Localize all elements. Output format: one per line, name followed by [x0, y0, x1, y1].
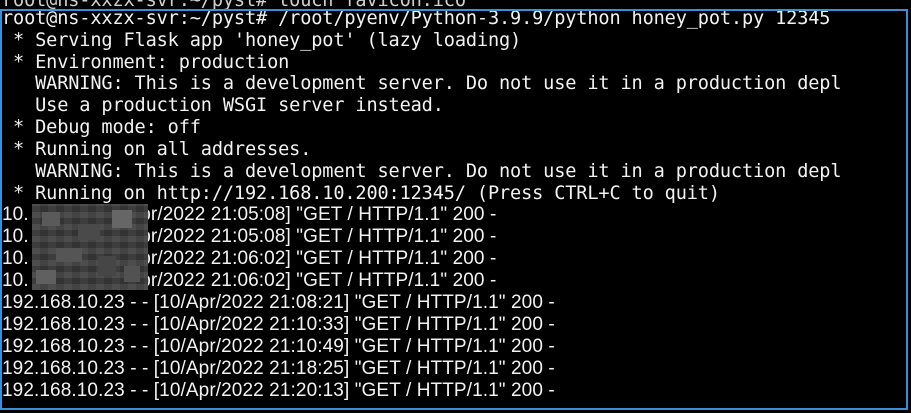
log-entry: - - [10/Apr/2022 21:20:13] "GET / HTTP/1… — [124, 380, 555, 401]
log-entry: - - [10/Apr/2022 21:08:21] "GET / HTTP/1… — [124, 292, 555, 313]
log-row: 192.168.10.23 - - [10/Apr/2022 21:08:21]… — [2, 292, 555, 314]
log-row: 192.168.10.23 - - [10/Apr/2022 21:20:13]… — [2, 380, 555, 402]
pixelated-redaction — [32, 204, 148, 290]
running-on-url-line: * Running on http://192.168.10.200:12345… — [2, 183, 720, 204]
warning-line: WARNING: This is a development server. D… — [2, 73, 842, 94]
log-ip: 192.168.10.23 — [2, 336, 125, 357]
flask-serving-line: * Serving Flask app 'honey_pot' (lazy lo… — [2, 30, 522, 51]
log-ip: 10. — [2, 248, 29, 269]
log-ip: 192.168.10.23 — [2, 314, 125, 335]
terminal-window[interactable]: root@ns-xxzx-svr:~/pyst# touch favicon.i… — [0, 0, 911, 413]
log-entry: - - [10/Apr/2022 21:10:49] "GET / HTTP/1… — [124, 336, 555, 357]
log-row: 192.168.10.23 - - [10/Apr/2022 21:18:25]… — [2, 358, 555, 380]
log-ip: 192.168.10.23 — [2, 380, 125, 401]
warning-line-2: WARNING: This is a development server. D… — [2, 161, 842, 182]
command-line: root@ns-xxzx-svr:~/pyst# /root/pyenv/Pyt… — [2, 8, 831, 29]
environment-line: * Environment: production — [2, 52, 290, 73]
debug-mode-line: * Debug mode: off — [2, 117, 201, 138]
running-all-addresses-line: * Running on all addresses. — [2, 139, 312, 160]
log-ip: 10. — [2, 204, 29, 225]
log-ip: 192.168.10.23 — [2, 358, 125, 379]
log-entry: - - [10/Apr/2022 21:18:25] "GET / HTTP/1… — [124, 358, 555, 379]
log-row: 192.168.10.23 - - [10/Apr/2022 21:10:49]… — [2, 336, 555, 358]
log-ip: 192.168.10.23 — [2, 292, 125, 313]
log-entry: - - [10/Apr/2022 21:10:33] "GET / HTTP/1… — [124, 314, 555, 335]
wsgi-hint-line: Use a production WSGI server instead. — [2, 95, 444, 116]
log-row: 192.168.10.23 - - [10/Apr/2022 21:10:33]… — [2, 314, 555, 336]
log-ip: 10. — [2, 226, 29, 247]
log-ip: 10. — [2, 270, 29, 291]
